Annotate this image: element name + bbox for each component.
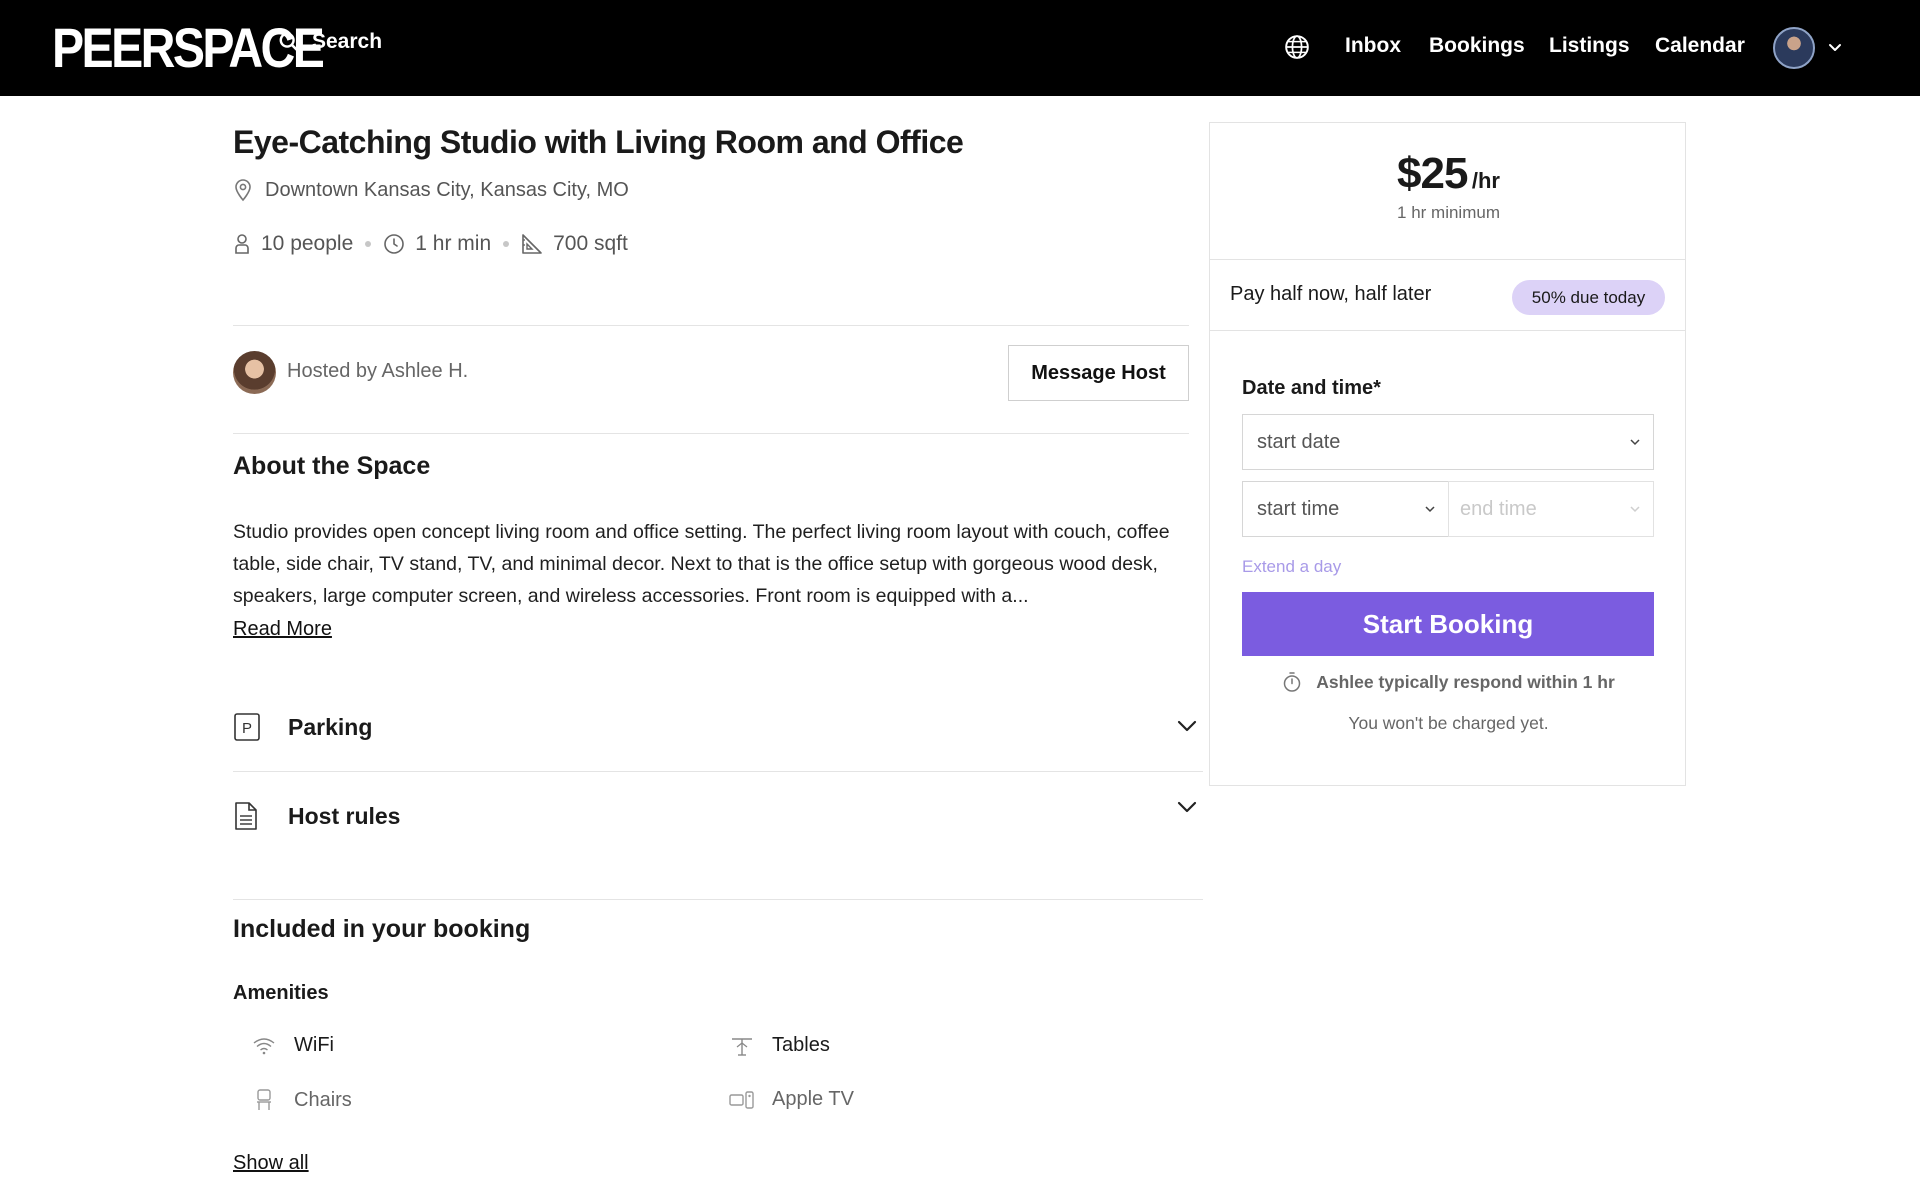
parking-label: Parking <box>288 713 373 740</box>
nav-calendar[interactable]: Calendar <box>1655 34 1745 58</box>
listing-title: Eye-Catching Studio with Living Room and… <box>233 124 964 160</box>
start-date-value: start date <box>1257 430 1341 453</box>
amenity-label: Tables <box>772 1034 830 1056</box>
search-icon <box>279 32 299 52</box>
price-display: $25 /hr <box>1210 149 1687 199</box>
response-text: Ashlee typically respond within 1 hr <box>1316 671 1615 692</box>
ruler-triangle-icon <box>522 234 542 254</box>
start-booking-button[interactable]: Start Booking <box>1242 592 1654 656</box>
map-pin-icon <box>235 179 251 202</box>
amenity-label: Apple TV <box>772 1088 854 1110</box>
search-label: Search <box>312 30 383 53</box>
start-time-value: start time <box>1257 497 1340 520</box>
wifi-icon <box>253 1037 275 1054</box>
divider <box>233 899 1203 900</box>
pay-half-text: Pay half now, half later <box>1230 283 1432 305</box>
parking-accordion[interactable]: P Parking <box>233 697 1198 757</box>
start-date-select[interactable]: start date <box>1242 414 1654 470</box>
stopwatch-icon <box>1283 672 1301 692</box>
capacity-text: 10 people <box>261 232 354 255</box>
clock-icon <box>384 234 405 254</box>
chair-icon <box>257 1089 271 1110</box>
globe-icon[interactable] <box>1284 34 1310 60</box>
start-time-select[interactable]: start time <box>1242 481 1449 537</box>
user-avatar[interactable] <box>1773 27 1815 69</box>
chevron-down-icon <box>1630 439 1640 446</box>
divider <box>233 771 1203 772</box>
price-amount: $25 <box>1397 149 1468 198</box>
end-time-value: end time <box>1460 497 1537 520</box>
about-description: Studio provides open concept living room… <box>233 521 1170 607</box>
amenity-tables: Tables <box>728 1034 830 1057</box>
hosted-by-text: Hosted by Ashlee H. <box>287 360 469 382</box>
amenity-chairs: Chairs <box>250 1088 352 1112</box>
capacity-stat: 10 people <box>233 232 353 256</box>
included-heading: Included in your booking <box>233 915 531 943</box>
amenity-apple-tv: Apple TV <box>728 1088 854 1111</box>
end-time-select[interactable]: end time <box>1448 481 1654 537</box>
chevron-down-icon[interactable] <box>1176 796 1198 818</box>
chevron-down-icon[interactable] <box>1176 715 1198 737</box>
area-stat: 700 sqft <box>521 232 628 256</box>
area-text: 700 sqft <box>553 232 628 255</box>
min-hours-stat: 1 hr min <box>383 232 491 256</box>
host-rules-accordion[interactable]: Host rules <box>233 786 1198 846</box>
person-icon <box>235 234 249 254</box>
listing-location: Downtown Kansas City, Kansas City, MO <box>233 178 629 202</box>
svg-text:P: P <box>242 720 252 737</box>
location-text: Downtown Kansas City, Kansas City, MO <box>265 178 629 201</box>
host-avatar[interactable] <box>233 351 276 394</box>
divider <box>233 433 1189 434</box>
search-button[interactable]: Search <box>278 30 382 54</box>
nav-bookings[interactable]: Bookings <box>1429 34 1525 58</box>
amenity-label: Chairs <box>294 1088 352 1111</box>
amenity-label: WiFi <box>294 1034 334 1056</box>
document-icon <box>235 802 257 830</box>
chevron-down-icon <box>1630 506 1640 513</box>
parking-icon: P <box>234 713 260 741</box>
not-charged-text: You won't be charged yet. <box>1348 713 1549 733</box>
minimum-hours: 1 hr minimum <box>1397 203 1500 222</box>
due-today-badge: 50% due today <box>1512 280 1665 315</box>
separator-dot <box>365 241 372 247</box>
divider <box>1210 330 1685 331</box>
show-all-link[interactable]: Show all <box>233 1152 309 1175</box>
message-host-button[interactable]: Message Host <box>1008 345 1189 401</box>
date-time-label: Date and time* <box>1242 377 1381 399</box>
read-more-link[interactable]: Read More <box>233 618 332 641</box>
price-unit: /hr <box>1471 168 1500 193</box>
chevron-down-icon[interactable] <box>1827 40 1843 56</box>
extend-day-link[interactable]: Extend a day <box>1242 557 1341 577</box>
amenities-label: Amenities <box>233 982 329 1004</box>
listing-stats: 10 people 1 hr min 700 sqft <box>233 232 628 256</box>
nav-listings[interactable]: Listings <box>1549 34 1630 58</box>
amenity-wifi: WiFi <box>250 1034 334 1057</box>
separator-dot <box>503 241 510 247</box>
tv-device-icon <box>729 1090 754 1109</box>
min-hours-text: 1 hr min <box>415 232 492 255</box>
about-heading: About the Space <box>233 452 431 480</box>
response-time: Ashlee typically respond within 1 hr <box>1210 671 1687 693</box>
top-nav: PEERSPACE Search Inbox Bookings Listings… <box>0 0 1920 96</box>
booking-card: $25 /hr 1 hr minimum Pay half now, half … <box>1209 122 1686 786</box>
divider <box>233 325 1189 326</box>
table-icon <box>732 1037 752 1056</box>
host-rules-label: Host rules <box>288 802 401 829</box>
nav-inbox[interactable]: Inbox <box>1345 34 1401 58</box>
divider <box>1210 259 1685 260</box>
chevron-down-icon <box>1425 506 1435 513</box>
